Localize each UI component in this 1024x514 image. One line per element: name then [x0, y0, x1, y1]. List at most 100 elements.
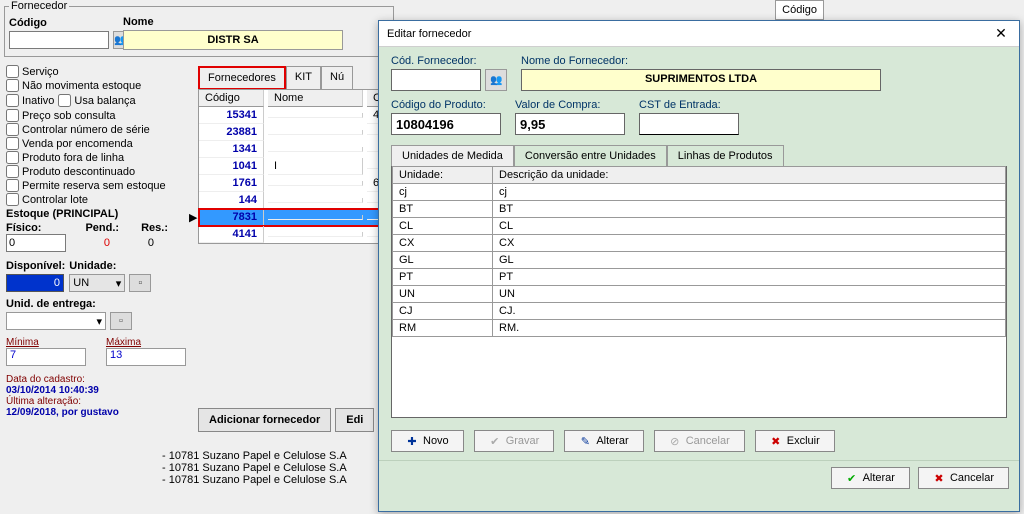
estoque-title: Estoque (PRINCIPAL) [6, 208, 192, 220]
table-row[interactable]: 17616 [199, 175, 397, 192]
nome-forn-field: SUPRIMENTOS LTDA [521, 69, 881, 91]
pend-val: 0 [70, 237, 110, 249]
table-row[interactable]: 153414 [199, 107, 397, 124]
chk-serie[interactable]: Controlar número de série [6, 123, 192, 136]
cancel-icon [669, 435, 681, 447]
plus-icon [406, 435, 418, 447]
chk-encomenda[interactable]: Venda por encomenda [6, 137, 192, 150]
unidade-btn[interactable]: ▫ [129, 274, 151, 292]
um-table[interactable]: Unidade: Descrição da unidade: cjcjBTBTC… [392, 166, 1006, 337]
nome-forn-label: Nome do Fornecedor: [521, 55, 881, 67]
table-row[interactable]: CXCX [393, 235, 1006, 252]
alt-label: Última alteração: [6, 396, 192, 407]
entrega-combo[interactable]: ▾ [6, 312, 106, 330]
chk-inativo[interactable]: Inativo [6, 94, 54, 107]
table-row[interactable]: GLGL [393, 252, 1006, 269]
fisico-val[interactable] [6, 234, 66, 252]
disp-val: 0 [6, 274, 64, 292]
table-row[interactable]: 4141 [199, 226, 397, 243]
mid-tabs: Fornecedores KIT Nú [198, 65, 398, 89]
table-row[interactable]: PTPT [393, 269, 1006, 286]
min-val[interactable]: 7 [6, 348, 86, 366]
pend-label: Pend.: [85, 222, 119, 234]
table-row[interactable]: 1041I [199, 158, 397, 175]
chk-preco[interactable]: Preço sob consulta [6, 109, 192, 122]
chk-balanca[interactable]: Usa balança [58, 94, 135, 107]
modal-tabs: Unidades de Medida Conversão entre Unida… [391, 145, 1007, 166]
check-icon [846, 472, 858, 484]
modal-inner-buttons: Novo Gravar Alterar Cancelar Excluir [379, 422, 1019, 460]
chk-lote[interactable]: Controlar lote [6, 193, 192, 206]
sort-label: Código [782, 4, 817, 16]
tab-unidades[interactable]: Unidades de Medida [391, 145, 514, 166]
mid-table[interactable]: Código Nome C 1534142388113411041I176161… [198, 89, 398, 244]
col-codigo[interactable]: Código [199, 90, 264, 107]
codprod-input[interactable] [391, 113, 501, 135]
alterar-footer-button[interactable]: Alterar [831, 467, 910, 489]
row-indicator-icon: ▶ [189, 211, 197, 224]
chevron-down-icon: ▾ [96, 315, 102, 328]
tab-linhas[interactable]: Linhas de Produtos [667, 145, 784, 166]
gravar-button[interactable]: Gravar [474, 430, 555, 452]
chevron-down-icon: ▾ [116, 277, 122, 290]
disp-label: Disponível: [6, 260, 65, 272]
table-row[interactable]: UNUN [393, 286, 1006, 303]
close-button[interactable]: ✕ [991, 24, 1011, 44]
log-line: - 10781 Suzano Papel e Celulose S.A [162, 450, 347, 462]
table-row[interactable]: RMRM. [393, 320, 1006, 337]
modal-title: Editar fornecedor [387, 28, 471, 40]
excluir-button[interactable]: Excluir [755, 430, 835, 452]
max-val[interactable]: 13 [106, 348, 186, 366]
res-val: 0 [114, 237, 154, 249]
table-row[interactable]: ▶7831 [199, 209, 397, 226]
modal-titlebar: Editar fornecedor ✕ [379, 21, 1019, 47]
cod-forn-input[interactable] [391, 69, 481, 91]
novo-button[interactable]: Novo [391, 430, 464, 452]
chk-servico[interactable]: Serviço [6, 65, 192, 78]
chk-fora-linha[interactable]: Produto fora de linha [6, 151, 192, 164]
chk-reserva[interactable]: Permite reserva sem estoque [6, 179, 192, 192]
unidade-combo[interactable]: UN▾ [69, 274, 125, 292]
valor-input[interactable] [515, 113, 625, 135]
table-row[interactable]: CJCJ. [393, 303, 1006, 320]
delete-icon [770, 435, 782, 447]
cancelar-inner-button[interactable]: Cancelar [654, 430, 745, 452]
table-row[interactable]: BTBT [393, 201, 1006, 218]
modal-footer-buttons: Alterar Cancelar [379, 460, 1019, 497]
fisico-label: Físico: [6, 222, 41, 234]
chk-nao-movimenta[interactable]: Não movimenta estoque [6, 79, 192, 92]
lookup-supplier-button[interactable] [485, 69, 507, 91]
cod-forn-label: Cód. Fornecedor: [391, 55, 507, 67]
tab-num[interactable]: Nú [321, 66, 353, 90]
sort-box: Código [775, 0, 824, 20]
cad-val: 03/10/2014 10:40:39 [6, 385, 192, 396]
table-row[interactable]: 144 [199, 192, 397, 209]
valor-label: Valor de Compra: [515, 99, 625, 111]
flags-block: Serviço Não movimenta estoque Inativo Us… [6, 65, 192, 206]
log-line: - 10781 Suzano Papel e Celulose S.A [162, 474, 347, 486]
add-fornecedor-button[interactable]: Adicionar fornecedor [198, 408, 331, 432]
table-row[interactable]: CLCL [393, 218, 1006, 235]
table-row[interactable]: 23881 [199, 124, 397, 141]
col-nome[interactable]: Nome [268, 90, 363, 107]
tab-fornecedores[interactable]: Fornecedores [198, 66, 286, 90]
entrega-title: Unid. de entrega: [6, 298, 192, 310]
table-row[interactable]: 1341 [199, 141, 397, 158]
um-col-unidade[interactable]: Unidade: [393, 167, 493, 184]
edit-fornecedor-button[interactable]: Edi [335, 408, 374, 432]
cancelar-footer-button[interactable]: Cancelar [918, 467, 1009, 489]
table-row[interactable]: cjcj [393, 184, 1006, 201]
chk-descontinuado[interactable]: Produto descontinuado [6, 165, 192, 178]
tab-kit[interactable]: KIT [286, 66, 321, 90]
cst-input[interactable] [639, 113, 739, 135]
alt-val: 12/09/2018, por gustavo [6, 407, 192, 418]
um-col-desc[interactable]: Descrição da unidade: [493, 167, 1006, 184]
entrega-btn[interactable]: ▫ [110, 312, 132, 330]
max-label[interactable]: Máxima [106, 337, 141, 348]
cst-label: CST de Entrada: [639, 99, 739, 111]
bottom-log: - 10781 Suzano Papel e Celulose S.A - 107… [162, 450, 347, 486]
edit-icon [579, 435, 591, 447]
alterar-inner-button[interactable]: Alterar [564, 430, 643, 452]
min-label[interactable]: Mínima [6, 337, 39, 348]
tab-conversao[interactable]: Conversão entre Unidades [514, 145, 667, 166]
